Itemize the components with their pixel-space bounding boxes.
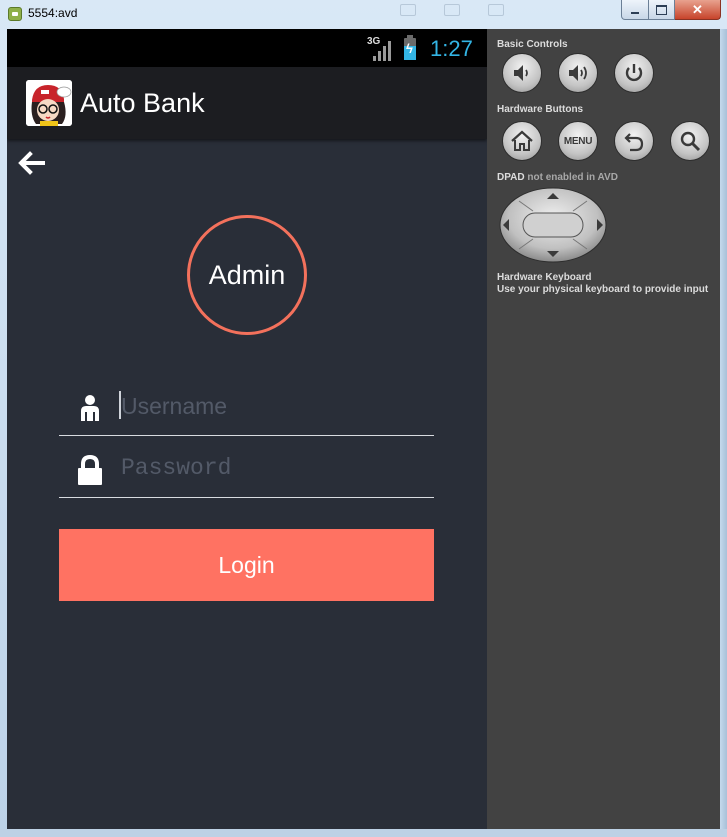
- status-clock: 1:27: [430, 36, 473, 61]
- admin-avatar: Admin: [187, 215, 307, 335]
- status-bar: 3G ϟ 1:27: [7, 29, 487, 67]
- minimize-icon: [631, 11, 639, 14]
- window-bottom-border: [0, 829, 727, 837]
- back-arrow-icon[interactable]: [17, 151, 47, 175]
- keyboard-note: Use your physical keyboard to provide in…: [497, 284, 709, 295]
- emulator-controls-panel: Basic Controls Hardware Buttons MENU DPA…: [487, 29, 720, 829]
- minimize-button[interactable]: [621, 0, 649, 20]
- dpad-label: DPAD not enabled in AVD: [497, 172, 618, 183]
- window-titlebar[interactable]: 5554:avd ✕: [0, 0, 727, 28]
- keyboard-title: Hardware Keyboard: [497, 272, 592, 283]
- battery-icon: ϟ: [404, 35, 416, 60]
- dpad-note: not enabled in AVD: [527, 172, 618, 183]
- action-bar: Auto Bank: [7, 67, 487, 139]
- dpad-title: DPAD: [497, 172, 525, 183]
- window-title: 5554:avd: [28, 6, 78, 20]
- emulator-window: 5554:avd ✕ 3G ϟ 1:27 Auto Bank Admin Use…: [0, 0, 727, 837]
- power-button[interactable]: [614, 53, 654, 93]
- hardware-keyboard-info: Hardware Keyboard Use your physical keyb…: [497, 272, 708, 296]
- menu-button[interactable]: MENU: [558, 121, 598, 161]
- username-field: [59, 373, 434, 436]
- lock-icon: [76, 454, 104, 485]
- password-field: [59, 435, 434, 498]
- hardware-buttons-label: Hardware Buttons: [497, 104, 584, 115]
- emulator-app-icon: [8, 7, 22, 21]
- avatar-label: Admin: [208, 259, 286, 290]
- device-screen: 3G ϟ 1:27 Auto Bank Admin Username Login: [7, 29, 487, 829]
- volume-up-icon: [569, 65, 587, 81]
- basic-controls-label: Basic Controls: [497, 39, 568, 50]
- search-icon: [680, 131, 701, 152]
- dpad-icon[interactable]: [499, 187, 607, 263]
- maximize-icon: [656, 4, 667, 15]
- close-button[interactable]: ✕: [675, 0, 721, 20]
- close-icon: ✕: [692, 2, 703, 17]
- power-icon: [625, 64, 643, 82]
- signal-icon: [373, 41, 393, 61]
- maximize-button[interactable]: [649, 0, 675, 20]
- window-right-border: [720, 29, 727, 829]
- home-icon: [511, 130, 533, 151]
- back-icon: [624, 133, 644, 152]
- volume-down-icon: [514, 65, 528, 81]
- user-icon: [76, 393, 104, 423]
- app-logo-icon[interactable]: [26, 80, 72, 126]
- menu-icon: MENU: [563, 135, 593, 147]
- back-button[interactable]: [614, 121, 654, 161]
- app-title: Auto Bank: [80, 88, 205, 118]
- home-button[interactable]: [502, 121, 542, 161]
- volume-down-button[interactable]: [502, 53, 542, 93]
- window-controls: ✕: [621, 0, 721, 20]
- login-button[interactable]: Login: [59, 529, 434, 601]
- volume-up-button[interactable]: [558, 53, 598, 93]
- titlebar-ghost-controls: [400, 4, 520, 20]
- text-cursor: [119, 391, 121, 419]
- search-button[interactable]: [670, 121, 710, 161]
- password-input[interactable]: [119, 447, 423, 489]
- username-input[interactable]: [119, 385, 423, 427]
